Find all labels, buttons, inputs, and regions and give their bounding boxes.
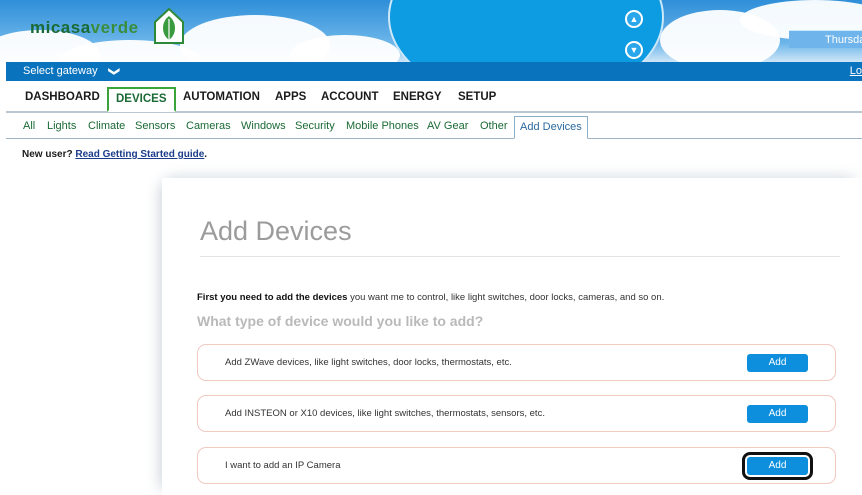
intro-bold: First you need to add the devices	[197, 292, 348, 303]
new-user-label: New user?	[22, 149, 73, 160]
scroll-up-icon[interactable]: ▲	[625, 10, 643, 28]
add-ip-camera-button[interactable]: Add	[742, 452, 813, 480]
option-ip-camera: I want to add an IP Camera Add	[197, 447, 836, 484]
subtab-climate[interactable]: Climate	[88, 120, 125, 132]
tab-setup[interactable]: SETUP	[458, 91, 496, 103]
subtab-sensors[interactable]: Sensors	[135, 120, 175, 132]
add-zwave-button[interactable]: Add	[747, 354, 808, 372]
subtab-av-gear[interactable]: AV Gear	[427, 120, 468, 132]
scroll-down-icon[interactable]: ▼	[625, 41, 643, 59]
period: .	[204, 149, 208, 160]
tab-account[interactable]: ACCOUNT	[321, 91, 379, 103]
tab-dashboard[interactable]: DASHBOARD	[25, 91, 100, 103]
add-insteon-button[interactable]: Add	[747, 405, 808, 423]
getting-started-link[interactable]: Read Getting Started guide	[75, 149, 204, 160]
tab-devices[interactable]: DEVICES	[107, 87, 176, 112]
subtab-other[interactable]: Other	[480, 120, 508, 132]
option-ip-camera-text: I want to add an IP Camera	[225, 460, 341, 471]
header-banner: micasaverde ▲ ▼ Thursda	[0, 0, 862, 62]
tab-automation[interactable]: AUTOMATION	[183, 91, 260, 103]
option-zwave: Add ZWave devices, like light switches, …	[197, 344, 836, 381]
select-gateway-label[interactable]: Select gateway	[23, 62, 98, 81]
device-type-question: What type of device would you like to ad…	[197, 313, 484, 329]
option-zwave-text: Add ZWave devices, like light switches, …	[225, 357, 512, 368]
scene-oval	[388, 0, 664, 62]
tab-energy[interactable]: ENERGY	[393, 91, 442, 103]
subtab-security[interactable]: Security	[295, 120, 335, 132]
option-insteon-text: Add INSTEON or X10 devices, like light s…	[225, 408, 545, 419]
option-insteon: Add INSTEON or X10 devices, like light s…	[197, 395, 836, 432]
gateway-bar: Select gateway ❯ Lo	[6, 62, 862, 81]
house-leaf-icon	[154, 7, 184, 44]
subtab-cameras[interactable]: Cameras	[186, 120, 231, 132]
intro-rest: you want me to control, like light switc…	[347, 292, 665, 303]
main-navigation: DASHBOARD DEVICES AUTOMATION APPS ACCOUN…	[6, 87, 862, 113]
chevron-down-icon[interactable]: ❯	[104, 67, 123, 76]
title-divider	[200, 256, 840, 257]
subtab-lights[interactable]: Lights	[47, 120, 76, 132]
new-user-notice: New user? Read Getting Started guide.	[22, 149, 207, 160]
date-display: Thursda	[789, 30, 862, 48]
subtab-mobile-phones[interactable]: Mobile Phones	[346, 120, 419, 132]
tab-apps[interactable]: APPS	[275, 91, 306, 103]
micasaverde-logo[interactable]: micasaverde	[30, 18, 139, 38]
subtab-windows[interactable]: Windows	[241, 120, 286, 132]
logo-text-accent: verde	[90, 18, 139, 37]
subtab-all[interactable]: All	[23, 120, 35, 132]
logout-link[interactable]: Lo	[850, 62, 862, 81]
page-title: Add Devices	[200, 216, 352, 246]
intro-text: First you need to add the devices you wa…	[197, 292, 664, 303]
subtab-add-devices[interactable]: Add Devices	[514, 116, 588, 139]
logo-text: micasa	[30, 18, 91, 37]
device-category-tabs: All Lights Climate Sensors Cameras Windo…	[6, 115, 862, 139]
